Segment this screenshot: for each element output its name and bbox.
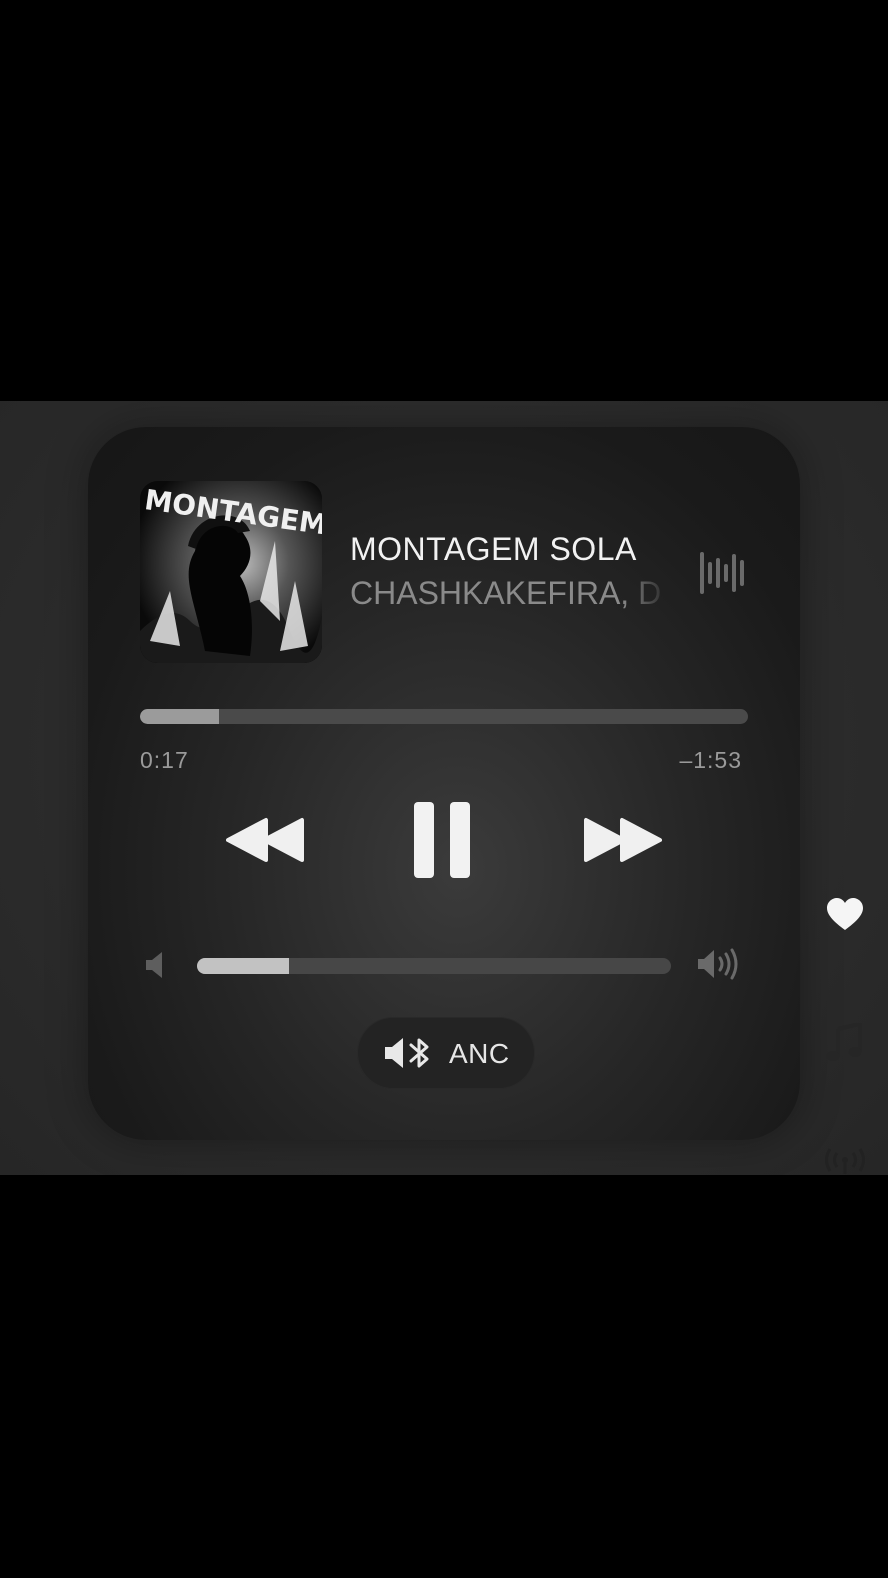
audio-output-label: ANC: [449, 1038, 510, 1069]
heart-icon[interactable]: [826, 898, 864, 932]
broadcast-icon[interactable]: [824, 1148, 866, 1174]
audio-output-button[interactable]: ANC: [357, 1017, 535, 1089]
album-artwork[interactable]: MONTAGEM: [140, 481, 322, 663]
playback-progress-bar[interactable]: [140, 709, 748, 724]
volume-slider-fill: [197, 958, 290, 974]
audio-waveform-icon: [700, 552, 744, 594]
track-title: MONTAGEM SOLA: [350, 531, 637, 567]
rewind-button[interactable]: [226, 816, 306, 864]
album-artwork-image: MONTAGEM: [140, 481, 322, 663]
volume-high-icon: [698, 948, 738, 980]
remaining-time: –1:53: [679, 747, 742, 773]
elapsed-time: 0:17: [140, 747, 189, 773]
volume-slider[interactable]: [197, 958, 671, 974]
pause-icon: [414, 802, 470, 878]
playback-progress-fill: [140, 709, 220, 724]
rewind-icon: [226, 818, 304, 862]
track-artist[interactable]: CHASHKAKEFIRA, D: [350, 575, 670, 612]
fast-forward-icon: [584, 818, 662, 862]
speaker-bluetooth-icon: [385, 1038, 429, 1068]
volume-low-icon: [146, 952, 162, 978]
music-note-icon[interactable]: [826, 1023, 862, 1063]
pause-button[interactable]: [414, 802, 472, 878]
fast-forward-button[interactable]: [582, 816, 662, 864]
